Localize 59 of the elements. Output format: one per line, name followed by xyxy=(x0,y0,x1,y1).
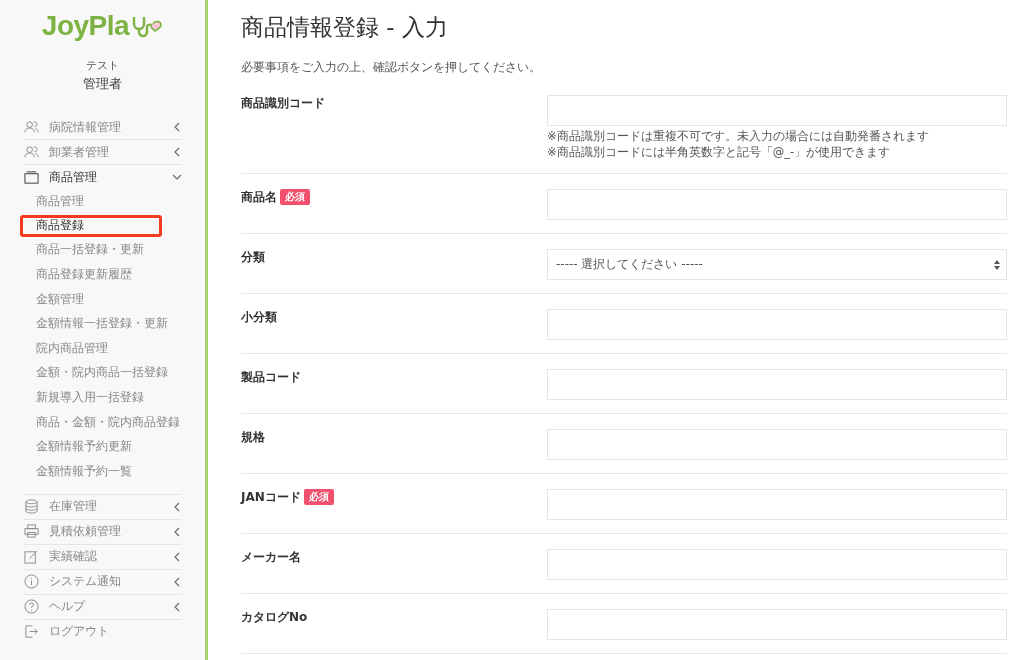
field-label: 商品名 xyxy=(241,189,277,206)
nav-item[interactable]: システム通知 xyxy=(23,569,182,595)
text-field[interactable] xyxy=(547,489,1007,520)
nav-subitem[interactable]: 金額情報予約更新 xyxy=(23,434,182,459)
nav-item[interactable]: 見積依頼管理 xyxy=(23,519,182,545)
folder-icon xyxy=(23,169,39,185)
field-label: 製品コード xyxy=(241,369,301,386)
select-field[interactable]: ----- 選択してください ----- xyxy=(547,249,1007,280)
nav-item[interactable]: 病院情報管理 xyxy=(23,115,182,140)
nav-item[interactable]: 商品管理 xyxy=(23,165,182,189)
nav-subitem[interactable]: 金額管理 xyxy=(23,286,182,312)
nav-item[interactable]: ヘルプ xyxy=(23,594,182,620)
stethoscope-heart-icon xyxy=(131,14,164,38)
updown-arrows-icon xyxy=(994,259,1000,270)
field-label: 規格 xyxy=(241,429,265,446)
printer-icon xyxy=(23,524,39,540)
field-note: ※商品識別コードには半角英数字と記号「@_-」が使用できます xyxy=(547,145,892,160)
nav-subitem[interactable]: 商品管理 xyxy=(23,189,182,214)
nav-subitem[interactable]: 商品・金額・院内商品登録 xyxy=(23,409,182,435)
text-field[interactable] xyxy=(547,609,1007,640)
text-field[interactable] xyxy=(547,309,1007,340)
nav-subitem[interactable]: 金額・院内商品一括登録 xyxy=(23,360,182,386)
nav-subitem[interactable]: 新規導入用一括登録 xyxy=(23,385,182,410)
field-label: 分類 xyxy=(241,249,265,266)
required-badge: 必須 xyxy=(303,489,334,505)
text-field[interactable] xyxy=(547,369,1007,400)
nav-subitem[interactable]: 金額情報一括登録・更新 xyxy=(23,311,182,336)
nav-item[interactable]: ログアウト xyxy=(23,619,182,644)
people-icon xyxy=(23,144,39,160)
instructions: 必要事項をご入力の上、確認ボタンを押してください。 xyxy=(241,59,542,76)
database-icon xyxy=(23,499,39,515)
info-icon xyxy=(23,574,39,590)
people-icon xyxy=(23,119,39,135)
logout-icon xyxy=(23,624,39,640)
text-field[interactable] xyxy=(547,549,1007,580)
field-label: JANコード xyxy=(241,489,301,506)
nav-subitem[interactable]: 院内商品管理 xyxy=(23,335,182,361)
text-field[interactable] xyxy=(547,429,1007,460)
logo-text: JoyPla xyxy=(41,10,130,42)
nav-subitem[interactable]: 金額情報予約一覧 xyxy=(23,458,182,484)
nav-subitem[interactable]: 商品登録 xyxy=(19,214,162,237)
field-label: カタログNo xyxy=(241,609,308,626)
text-field[interactable] xyxy=(547,95,1007,126)
field-note: ※商品識別コードは重複不可です。未入力の場合には自動発番されます xyxy=(547,129,930,144)
nav-item[interactable]: 在庫管理 xyxy=(23,494,182,520)
field-label: 小分類 xyxy=(241,309,277,326)
nav-subitem[interactable]: 商品一括登録・更新 xyxy=(23,237,182,263)
pencil-icon xyxy=(23,549,39,565)
nav-item[interactable]: 実績確認 xyxy=(23,544,182,570)
page-title: 商品情報登録 - 入力 xyxy=(241,13,449,42)
field-label: メーカー名 xyxy=(241,549,301,566)
text-field[interactable] xyxy=(547,189,1007,220)
field-label: 商品識別コード xyxy=(241,95,325,112)
question-icon xyxy=(23,599,39,615)
nav-subitem[interactable]: 商品登録更新履歴 xyxy=(23,262,182,287)
nav-item[interactable]: 卸業者管理 xyxy=(23,140,182,165)
required-badge: 必須 xyxy=(280,189,310,205)
user-org: テスト xyxy=(86,58,119,73)
user-role: 管理者 xyxy=(83,75,122,93)
